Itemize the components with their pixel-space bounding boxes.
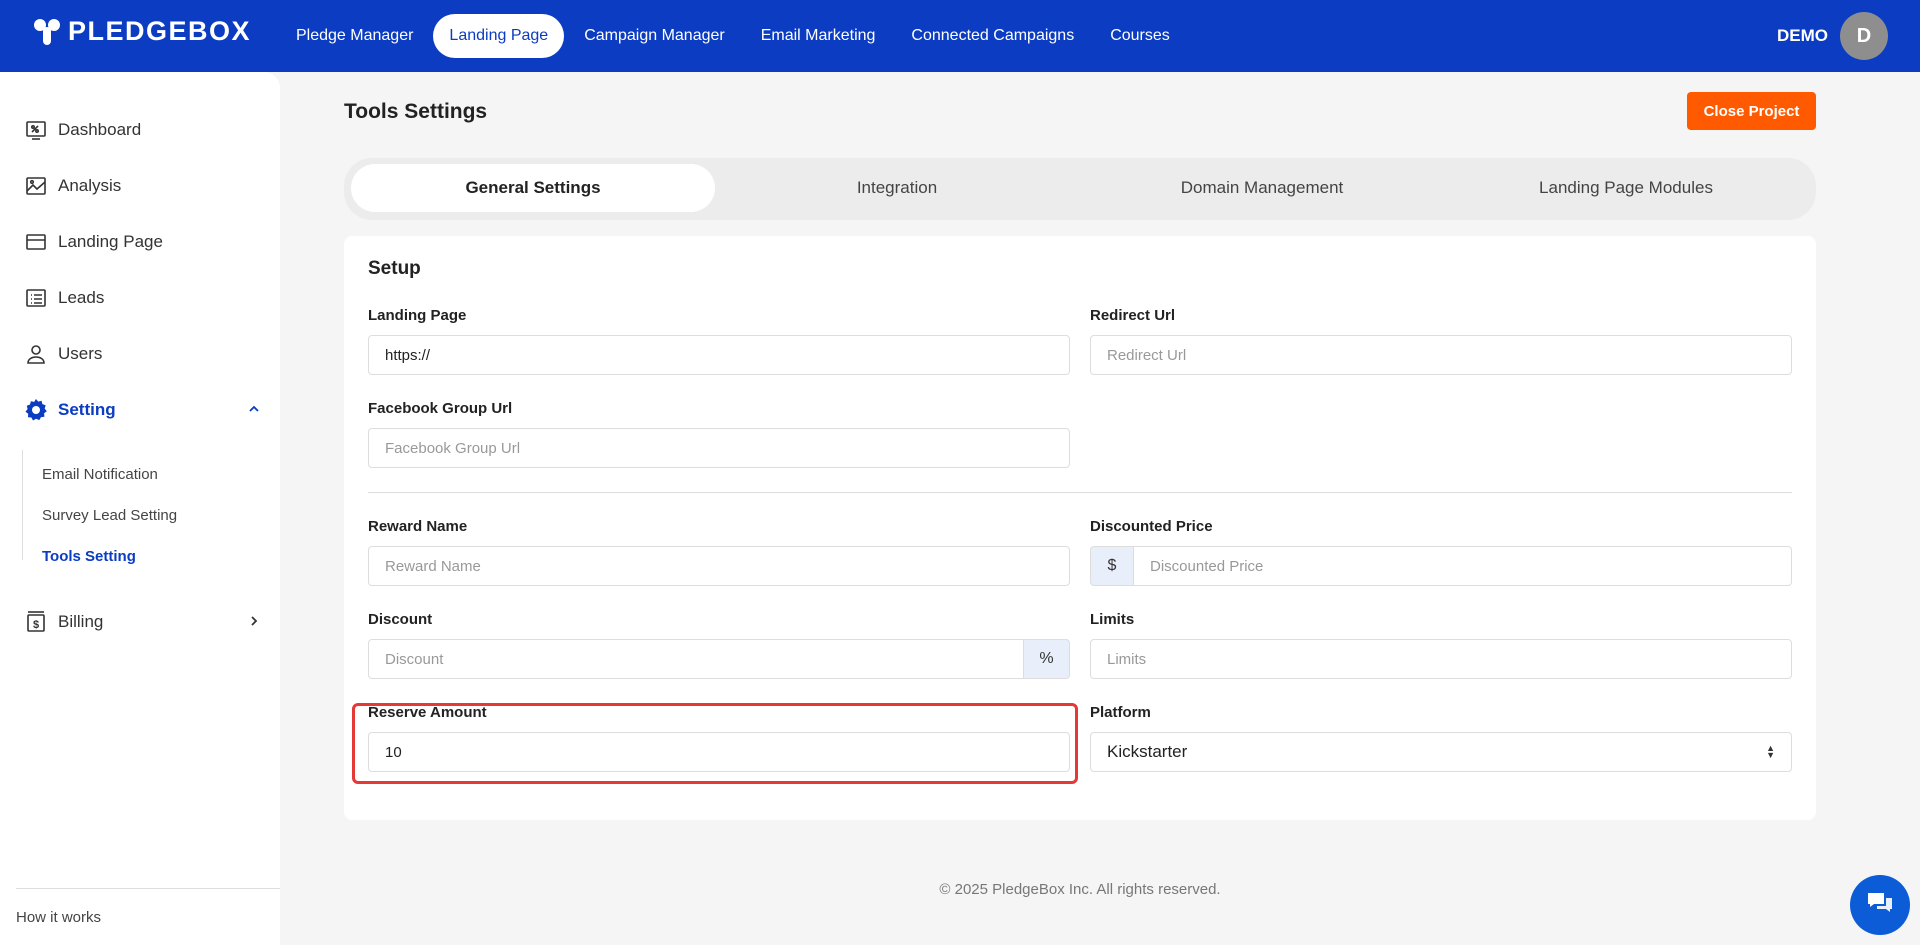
svg-text:$: $ — [33, 619, 39, 631]
sidebar-item-analysis[interactable]: Analysis — [24, 174, 121, 198]
user-icon — [24, 342, 48, 366]
sidebar-item-billing[interactable]: $ Billing — [24, 610, 260, 634]
settings-tabs: General Settings Integration Domain Mana… — [344, 158, 1816, 220]
sidebar-item-label: Dashboard — [58, 120, 142, 139]
close-project-button[interactable]: Close Project — [1687, 92, 1816, 130]
sidebar-subitem-survey-lead-setting[interactable]: Survey Lead Setting — [42, 507, 177, 524]
reserve-amount-input[interactable] — [368, 732, 1070, 772]
redirect-url-input[interactable] — [1090, 335, 1792, 375]
sidebar: Dashboard Analysis Landing Page Leads Us… — [0, 72, 280, 945]
select-arrows-icon: ▲ ▼ — [1766, 743, 1775, 760]
gear-icon — [24, 398, 48, 422]
logo-icon — [34, 18, 60, 45]
sidebar-item-landing-page[interactable]: Landing Page — [24, 230, 163, 254]
facebook-group-url-input[interactable] — [368, 428, 1070, 468]
section-title: Setup — [368, 258, 421, 279]
limits-label: Limits — [1090, 611, 1135, 628]
sidebar-item-label: Billing — [58, 612, 104, 631]
discounted-price-input[interactable] — [1133, 546, 1792, 586]
reserve-amount-label: Reserve Amount — [368, 704, 487, 721]
top-navbar: PLEDGEBOX Pledge Manager Landing Page Ca… — [0, 0, 1920, 72]
nav-email-marketing[interactable]: Email Marketing — [745, 14, 892, 58]
platform-selected-value: Kickstarter — [1107, 742, 1188, 761]
reward-name-input[interactable] — [368, 546, 1070, 586]
dollar-prefix: $ — [1090, 546, 1134, 586]
chevron-up-icon — [248, 402, 260, 418]
pledgebox-logo[interactable]: PLEDGEBOX — [32, 16, 251, 47]
section-divider — [368, 492, 1792, 493]
analysis-icon — [24, 174, 48, 198]
sidebar-item-label: Analysis — [58, 176, 122, 195]
landing-page-label: Landing Page — [368, 307, 467, 324]
nav-pledge-manager[interactable]: Pledge Manager — [280, 14, 429, 58]
nav-landing-page[interactable]: Landing Page — [433, 14, 565, 58]
user-name: DEMO — [1777, 26, 1828, 45]
chat-icon — [1865, 890, 1895, 921]
submenu-line — [22, 450, 23, 560]
discount-input[interactable] — [368, 639, 1024, 679]
user-menu[interactable]: DEMO D — [1777, 12, 1888, 60]
main-nav: Pledge Manager Landing Page Campaign Man… — [280, 14, 1190, 58]
nav-campaign-manager[interactable]: Campaign Manager — [568, 14, 741, 58]
sidebar-item-setting[interactable]: Setting — [24, 398, 260, 422]
sidebar-subitem-tools-setting[interactable]: Tools Setting — [42, 548, 136, 565]
discounted-price-label: Discounted Price — [1090, 518, 1213, 535]
sidebar-item-label: Landing Page — [58, 232, 163, 251]
tab-domain-management[interactable]: Domain Management — [1080, 164, 1444, 212]
avatar[interactable]: D — [1840, 12, 1888, 60]
landing-page-input[interactable] — [368, 335, 1070, 375]
redirect-url-label: Redirect Url — [1090, 307, 1176, 324]
logo-text: PLEDGEBOX — [68, 16, 252, 46]
landing-page-icon — [24, 230, 48, 254]
facebook-group-url-label: Facebook Group Url — [368, 400, 513, 417]
dashboard-icon — [24, 118, 48, 142]
sidebar-item-label: Users — [58, 344, 103, 363]
platform-label: Platform — [1090, 704, 1151, 721]
page-title: Tools Settings — [344, 100, 488, 123]
nav-connected-campaigns[interactable]: Connected Campaigns — [895, 14, 1090, 58]
percent-suffix: % — [1023, 639, 1070, 679]
sidebar-subitem-email-notification[interactable]: Email Notification — [42, 466, 158, 483]
tab-general-settings[interactable]: General Settings — [351, 164, 715, 212]
sidebar-item-label: Setting — [58, 400, 116, 419]
sidebar-item-dashboard[interactable]: Dashboard — [24, 118, 141, 142]
chat-button[interactable] — [1850, 875, 1910, 935]
tab-landing-page-modules[interactable]: Landing Page Modules — [1444, 164, 1808, 212]
chevron-right-icon — [248, 614, 260, 630]
reward-name-label: Reward Name — [368, 518, 468, 535]
tab-integration[interactable]: Integration — [715, 164, 1079, 212]
platform-select[interactable]: Kickstarter ▲ ▼ — [1090, 732, 1792, 772]
sidebar-item-label: Leads — [58, 288, 105, 307]
how-it-works-link[interactable]: How it works — [16, 909, 101, 926]
footer-copyright: © 2025 PledgeBox Inc. All rights reserve… — [939, 881, 1221, 898]
discount-label: Discount — [368, 611, 433, 628]
billing-icon: $ — [24, 610, 48, 634]
sidebar-item-leads[interactable]: Leads — [24, 286, 104, 310]
nav-courses[interactable]: Courses — [1094, 14, 1186, 58]
limits-input[interactable] — [1090, 639, 1792, 679]
leads-icon — [24, 286, 48, 310]
sidebar-item-users[interactable]: Users — [24, 342, 102, 366]
